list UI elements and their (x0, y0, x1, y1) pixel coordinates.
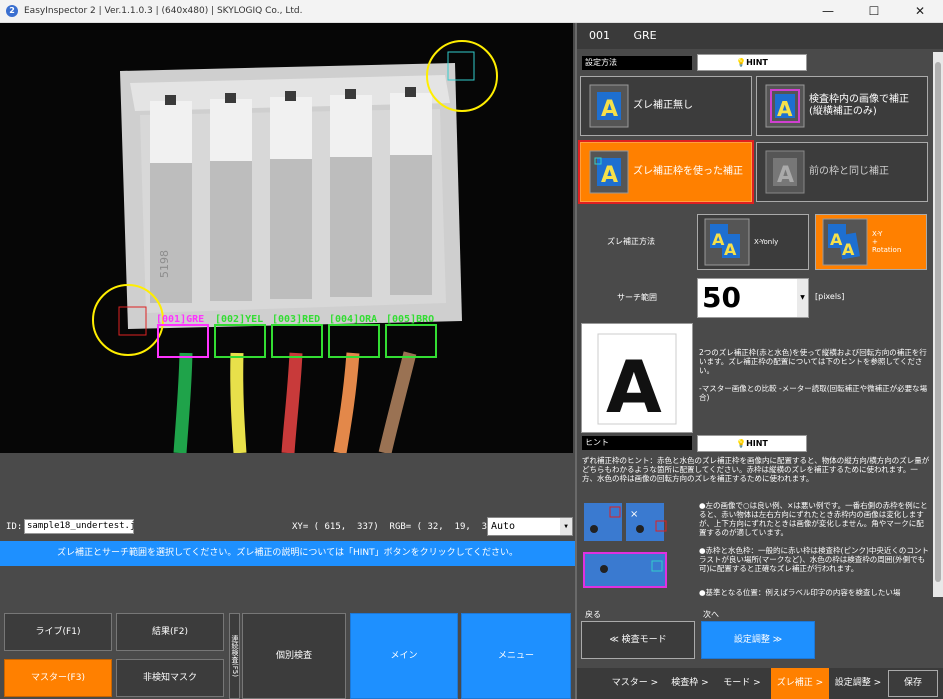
svg-text:A: A (777, 97, 793, 121)
back-button[interactable]: ≪ 検査モード (581, 621, 695, 659)
camera-image: [001]GRE [002]YEL [003]RED [004]ORA [005… (0, 23, 573, 453)
panel-header: 001 GRE (577, 23, 943, 49)
image-id-field[interactable]: sample18_undertest.j (24, 519, 135, 534)
option-frame-correction[interactable]: A ズレ補正枠を使った補正 (578, 140, 754, 204)
continuous-inspection-tab[interactable]: 連続検査(F5) (229, 613, 240, 699)
save-button[interactable]: 保存 (888, 670, 938, 697)
crumb-inspection-box[interactable]: 検査枠 > (665, 668, 715, 699)
maximize-button[interactable]: ☐ (851, 0, 897, 23)
title-bar: 2 EasyInspector 2 | Ver.1.1.0.3 | (640x4… (0, 0, 943, 23)
coordinate-readout: XY= ( 615, 337) RGB= ( 32, 19, 39) (292, 522, 498, 532)
display-mode-select[interactable]: Auto ▼ (487, 517, 573, 536)
box-label-005: [005]BRO (386, 314, 434, 325)
search-range-input[interactable]: 50 ▼ (697, 278, 809, 318)
box-label-002: [002]YEL (215, 314, 263, 325)
app-icon: 2 (6, 5, 18, 17)
box-label-004: [004]ORA (329, 314, 377, 325)
status-row: ID: sample18_undertest.j XY= ( 615, 337)… (0, 517, 575, 537)
method2-label: ズレ補正方法 (607, 237, 655, 246)
crumb-settings[interactable]: 設定調整 > (831, 668, 885, 699)
scrollbar-thumb[interactable] (935, 62, 941, 582)
chevron-down-icon: ▼ (797, 279, 808, 317)
sample-letter: A (606, 345, 662, 429)
close-button[interactable]: ✕ (897, 0, 943, 23)
minimize-button[interactable]: — (805, 0, 851, 23)
individual-inspection-button[interactable]: 個別検査 (242, 613, 346, 699)
hint-label: HINT (746, 58, 768, 67)
box-id: 001 (589, 29, 610, 42)
instruction-message: ズレ補正とサーチ範囲を選択してください。ズレ補正の説明については「HINT」ボタ… (0, 541, 575, 566)
id-label: ID: (6, 522, 23, 532)
display-mode-value: Auto (491, 521, 516, 532)
hint-diagram: × (583, 503, 667, 588)
xy-rotation-icon: AA (822, 218, 868, 266)
svg-text:×: × (630, 509, 638, 520)
box-name: GRE (633, 29, 657, 42)
menu-button[interactable]: メニュー (461, 613, 571, 699)
next-button[interactable]: 設定調整 ≫ (701, 621, 815, 659)
lightbulb-icon: 💡 (736, 439, 747, 448)
hint-text: ずれ補正枠のヒント：赤色と水色のズレ補正枠を画像内に配置すると、物体の縦方向/横… (582, 456, 930, 483)
xy-only-button[interactable]: AA X-Yonly (697, 214, 809, 270)
live-button[interactable]: ライブ(F1) (4, 613, 112, 651)
settings-panel: 001 GRE 設定方法 💡HINT A ズレ補正無し A 検査枠内の画像で補正… (575, 23, 943, 699)
svg-text:A: A (842, 240, 855, 259)
next-label: 次へ (703, 610, 719, 619)
box-label-003: [003]RED (272, 314, 320, 325)
svg-text:A: A (601, 97, 618, 122)
nondetect-mask-button[interactable]: 非検知マスク (116, 659, 224, 697)
same-correction-icon: A (765, 150, 805, 194)
option-frame-correction-label: ズレ補正枠を使った補正 (633, 166, 743, 177)
xy-only-icon: AA (704, 218, 750, 266)
no-correction-icon: A (589, 84, 629, 128)
hint-bullet-1: ●左の画像で○は良い例、×は悪い例です。一番右側の赤枠を例にとると、赤い物体は左… (699, 501, 928, 537)
sample-image: A (597, 333, 677, 429)
camera-view[interactable]: [001]GRE [002]YEL [003]RED [004]ORA [005… (0, 23, 573, 453)
search-range-unit: [pixels] (815, 292, 845, 301)
search-range-label: サーチ範囲 (617, 293, 657, 302)
scrollbar[interactable] (933, 52, 943, 597)
box-label-001: [001]GRE (156, 314, 204, 325)
option-same-as-previous-label: 前の枠と同じ補正 (809, 166, 889, 177)
back-label: 戻る (585, 610, 601, 619)
crumb-master[interactable]: マスター > (607, 668, 663, 699)
master-button[interactable]: マスター(F3) (4, 659, 112, 697)
window-title: EasyInspector 2 | Ver.1.1.0.3 | (640x480… (24, 6, 303, 16)
lightbulb-icon: 💡 (736, 58, 747, 67)
xy-rotation-label: X-Y + Rotation (872, 230, 902, 254)
option-inframe-correction-label: 検査枠内の画像で補正 (縦横補正のみ) (809, 94, 909, 117)
hint-section-label: ヒント (582, 436, 692, 450)
hint-bullet-3: ●基準となる位置：例えばラベル印字の内容を検査したい場 (699, 588, 901, 597)
method-examples: -マスター画像との比較 -メーター読取(回転補正や微補正が必要な場合) (699, 384, 928, 402)
frame-correction-icon: A (589, 150, 629, 194)
svg-text:A: A (601, 163, 618, 188)
svg-text:A: A (777, 163, 794, 188)
option-inframe-correction[interactable]: A 検査枠内の画像で補正 (縦横補正のみ) (756, 76, 928, 136)
hint-button-top[interactable]: 💡HINT (697, 54, 807, 71)
search-range-value: 50 (702, 281, 741, 314)
sample-preview: A (581, 323, 693, 433)
hint-button-bottom[interactable]: 💡HINT (697, 435, 807, 452)
hint-label: HINT (746, 439, 768, 448)
connector-marking: 5198 (158, 250, 171, 278)
crumb-mode[interactable]: モード > (717, 668, 767, 699)
svg-text:A: A (724, 240, 737, 259)
option-no-correction[interactable]: A ズレ補正無し (580, 76, 752, 136)
method-section-label: 設定方法 (582, 56, 692, 70)
hint-bullet-2: ●赤枠と水色枠：一般的に赤い枠は検査枠(ピンク)中央近くのコントラストが良い場所… (699, 546, 929, 573)
option-same-as-previous[interactable]: A 前の枠と同じ補正 (756, 142, 928, 202)
inframe-correction-icon: A (765, 84, 805, 128)
chevron-down-icon: ▼ (560, 518, 572, 535)
main-button[interactable]: メイン (350, 613, 458, 699)
xy-rotation-button[interactable]: AA X-Y + Rotation (815, 214, 927, 270)
crumb-offset-correction[interactable]: ズレ補正 > (771, 668, 829, 699)
xy-only-label: X-Yonly (754, 238, 779, 246)
method-description: 2つのズレ補正枠(赤と水色)を使って縦横および回転方向の補正を行います。ズレ補正… (699, 348, 927, 375)
step-breadcrumb: マスター > 検査枠 > モード > ズレ補正 > 設定調整 > 保存 (577, 668, 943, 699)
result-button[interactable]: 結果(F2) (116, 613, 224, 651)
option-no-correction-label: ズレ補正無し (633, 100, 693, 111)
left-pane: [001]GRE [002]YEL [003]RED [004]ORA [005… (0, 23, 575, 699)
